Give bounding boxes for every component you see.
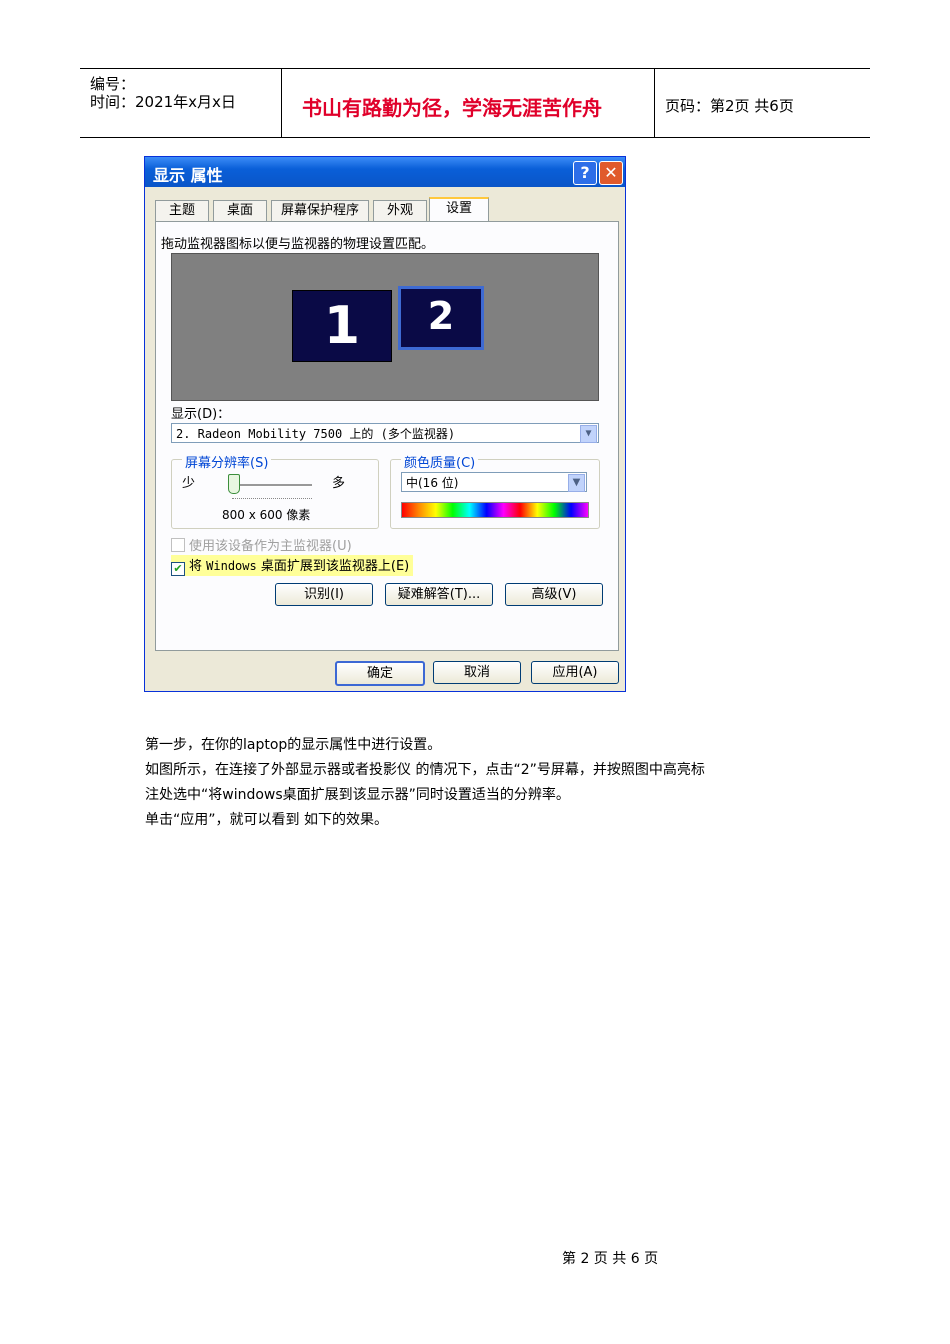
- cancel-button[interactable]: 取消: [433, 661, 521, 684]
- header-cell-motto: 书山有路勤为径，学海无涯苦作舟: [282, 69, 655, 137]
- extend-windows-word: Windows: [206, 559, 257, 573]
- advanced-button[interactable]: 高级(V): [505, 583, 603, 606]
- resolution-legend: 屏幕分辨率(S): [182, 452, 272, 471]
- header-cell-meta: 编号： 时间：2021年x月x日: [80, 69, 282, 137]
- extend-suffix: 桌面扩展到该监视器上(E): [260, 559, 410, 574]
- dialog-title: 显示 属性: [153, 166, 223, 185]
- identify-button[interactable]: 识别(I): [275, 583, 373, 606]
- resolution-slider-thumb[interactable]: [228, 474, 240, 494]
- paragraph-2: 如图所示，在连接了外部显示器或者投影仪 的情况下，点击“2”号屏幕，并按照图中高…: [145, 762, 705, 778]
- slider-ticks: [232, 498, 312, 499]
- paragraph-1: 第一步，在你的laptop的显示属性中进行设置。: [145, 737, 442, 753]
- page-footer: 第 2 页 共 6 页: [562, 1251, 659, 1267]
- help-icon[interactable]: ?: [573, 161, 597, 185]
- display-label: 显示(D)：: [171, 407, 231, 422]
- primary-monitor-label: 使用该设备作为主监视器(U): [189, 539, 352, 554]
- checkbox-unchecked-icon[interactable]: [171, 538, 185, 552]
- checkmark-icon[interactable]: ✔: [171, 562, 185, 576]
- extend-prefix: 将: [189, 559, 203, 574]
- primary-monitor-checkbox[interactable]: 使用该设备作为主监视器(U): [171, 535, 352, 554]
- troubleshoot-button[interactable]: 疑难解答(T)...: [385, 583, 493, 606]
- monitor-2[interactable]: 2: [398, 286, 484, 350]
- color-quality-value: 中(16 位): [406, 476, 459, 490]
- color-spectrum-bar: [401, 502, 589, 518]
- header-cell-page: 页码：第2页 共6页: [655, 69, 870, 137]
- close-icon[interactable]: ✕: [599, 161, 623, 185]
- tab-appearance[interactable]: 外观: [373, 200, 427, 221]
- resolution-more-label: 多: [332, 476, 346, 491]
- page-header: 编号： 时间：2021年x月x日 书山有路勤为径，学海无涯苦作舟 页码：第2页 …: [80, 68, 870, 138]
- tab-desktop[interactable]: 桌面: [213, 200, 267, 221]
- resolution-less-label: 少: [182, 476, 196, 491]
- motto: 书山有路勤为径，学海无涯苦作舟: [302, 96, 602, 120]
- tab-screensaver[interactable]: 屏幕保护程序: [271, 200, 369, 221]
- monitor-1[interactable]: 1: [292, 290, 392, 362]
- display-select-value: 2. Radeon Mobility 7500 上的 (多个监视器): [176, 427, 456, 441]
- extend-desktop-checkbox[interactable]: ✔ 将 Windows 桌面扩展到该监视器上(E): [171, 555, 414, 576]
- monitor-arrangement-area[interactable]: 1 2: [171, 253, 599, 401]
- resolution-value: 800 x 600 像素: [222, 508, 311, 522]
- chevron-down-icon[interactable]: ▼: [568, 474, 585, 492]
- ok-button[interactable]: 确定: [335, 661, 425, 686]
- display-select[interactable]: 2. Radeon Mobility 7500 上的 (多个监视器) ▼: [171, 423, 599, 443]
- page-label: 页码：第2页 共6页: [665, 97, 794, 115]
- color-quality-group: 颜色质量(C) 中(16 位) ▼: [390, 452, 600, 529]
- tab-settings[interactable]: 设置: [429, 197, 489, 223]
- display-properties-dialog: 显示 属性 ? ✕ 主题 桌面 屏幕保护程序 外观 设置 拖动监视器图标以便与监…: [144, 156, 626, 692]
- paragraph-4: 单击“应用”，就可以看到 如下的效果。: [145, 812, 388, 828]
- paragraph-3: 注处选中“将windows桌面扩展到该显示器”同时设置适当的分辨率。: [145, 787, 570, 803]
- title-bar: 显示 属性 ? ✕: [145, 157, 625, 187]
- tab-theme[interactable]: 主题: [155, 200, 209, 221]
- apply-button[interactable]: 应用(A): [531, 661, 619, 684]
- resolution-slider-track[interactable]: [232, 484, 312, 487]
- color-quality-legend: 颜色质量(C): [401, 452, 479, 471]
- time-label: 时间：2021年x月x日: [90, 93, 236, 111]
- color-quality-select[interactable]: 中(16 位) ▼: [401, 472, 587, 492]
- resolution-group: 屏幕分辨率(S) 少 多 800 x 600 像素: [171, 452, 379, 529]
- chevron-down-icon[interactable]: ▼: [580, 425, 597, 443]
- instruction-text: 拖动监视器图标以便与监视器的物理设置匹配。: [161, 237, 435, 252]
